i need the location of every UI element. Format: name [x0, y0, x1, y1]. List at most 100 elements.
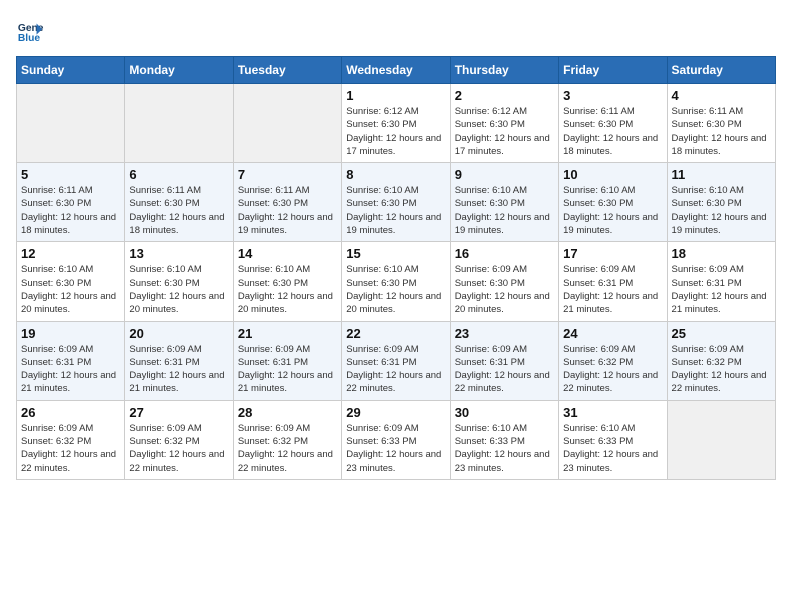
- calendar-week-row: 19Sunrise: 6:09 AM Sunset: 6:31 PM Dayli…: [17, 321, 776, 400]
- day-number: 6: [129, 167, 228, 182]
- calendar-cell: 6 Sunrise: 6:11 AM Sunset: 6:30 PM Daylig…: [125, 163, 233, 242]
- day-info: Sunrise: 6:10 AM Sunset: 6:30 PM Dayligh…: [455, 184, 554, 237]
- calendar-cell: 13 Sunrise: 6:10 AM Sunset: 6:30 PM Dayli…: [125, 242, 233, 321]
- day-number: 27: [129, 405, 228, 420]
- day-number: 20: [129, 326, 228, 341]
- weekday-header-thursday: Thursday: [450, 57, 558, 84]
- day-number: 18: [672, 246, 771, 261]
- day-number: 4: [672, 88, 771, 103]
- day-number: 11: [672, 167, 771, 182]
- day-info: Sunrise: 6:09 AM Sunset: 6:31 PM Dayligh…: [672, 263, 771, 316]
- day-number: 31: [563, 405, 662, 420]
- calendar-cell: 29Sunrise: 6:09 AM Sunset: 6:33 PM Dayli…: [342, 400, 450, 479]
- day-number: 25: [672, 326, 771, 341]
- day-info: Sunrise: 6:10 AM Sunset: 6:30 PM Dayligh…: [346, 184, 445, 237]
- day-number: 5: [21, 167, 120, 182]
- day-number: 9: [455, 167, 554, 182]
- calendar-cell: 18 Sunrise: 6:09 AM Sunset: 6:31 PM Dayli…: [667, 242, 775, 321]
- day-number: 2: [455, 88, 554, 103]
- day-number: 30: [455, 405, 554, 420]
- calendar-table: SundayMondayTuesdayWednesdayThursdayFrid…: [16, 56, 776, 480]
- weekday-header-friday: Friday: [559, 57, 667, 84]
- day-info: Sunrise: 6:09 AM Sunset: 6:31 PM Dayligh…: [21, 343, 120, 396]
- calendar-cell: 19Sunrise: 6:09 AM Sunset: 6:31 PM Dayli…: [17, 321, 125, 400]
- calendar-cell: 16 Sunrise: 6:09 AM Sunset: 6:30 PM Dayli…: [450, 242, 558, 321]
- day-number: 14: [238, 246, 337, 261]
- day-info: Sunrise: 6:09 AM Sunset: 6:31 PM Dayligh…: [129, 343, 228, 396]
- calendar-week-row: 26 Sunrise: 6:09 AM Sunset: 6:32 PM Dayli…: [17, 400, 776, 479]
- calendar-cell: 23 Sunrise: 6:09 AM Sunset: 6:31 PM Dayli…: [450, 321, 558, 400]
- day-info: Sunrise: 6:09 AM Sunset: 6:31 PM Dayligh…: [563, 263, 662, 316]
- calendar-cell: 15 Sunrise: 6:10 AM Sunset: 6:30 PM Dayli…: [342, 242, 450, 321]
- svg-text:Blue: Blue: [18, 33, 41, 44]
- day-info: Sunrise: 6:09 AM Sunset: 6:30 PM Dayligh…: [455, 263, 554, 316]
- day-number: 26: [21, 405, 120, 420]
- day-info: Sunrise: 6:09 AM Sunset: 6:31 PM Dayligh…: [238, 343, 337, 396]
- calendar-cell: 5 Sunrise: 6:11 AM Sunset: 6:30 PM Daylig…: [17, 163, 125, 242]
- day-number: 23: [455, 326, 554, 341]
- weekday-header-sunday: Sunday: [17, 57, 125, 84]
- calendar-cell: 26 Sunrise: 6:09 AM Sunset: 6:32 PM Dayli…: [17, 400, 125, 479]
- day-number: 10: [563, 167, 662, 182]
- calendar-cell: 10 Sunrise: 6:10 AM Sunset: 6:30 PM Dayli…: [559, 163, 667, 242]
- day-info: Sunrise: 6:10 AM Sunset: 6:30 PM Dayligh…: [21, 263, 120, 316]
- calendar-cell: [667, 400, 775, 479]
- day-info: Sunrise: 6:10 AM Sunset: 6:30 PM Dayligh…: [672, 184, 771, 237]
- day-number: 13: [129, 246, 228, 261]
- day-number: 12: [21, 246, 120, 261]
- calendar-cell: 3 Sunrise: 6:11 AM Sunset: 6:30 PM Daylig…: [559, 84, 667, 163]
- calendar-cell: [125, 84, 233, 163]
- calendar-cell: 11 Sunrise: 6:10 AM Sunset: 6:30 PM Dayli…: [667, 163, 775, 242]
- calendar-header-row: SundayMondayTuesdayWednesdayThursdayFrid…: [17, 57, 776, 84]
- calendar-cell: 9 Sunrise: 6:10 AM Sunset: 6:30 PM Daylig…: [450, 163, 558, 242]
- calendar-week-row: 12 Sunrise: 6:10 AM Sunset: 6:30 PM Dayli…: [17, 242, 776, 321]
- day-info: Sunrise: 6:10 AM Sunset: 6:30 PM Dayligh…: [129, 263, 228, 316]
- day-number: 29: [346, 405, 445, 420]
- logo: General Blue: [16, 16, 48, 44]
- day-number: 8: [346, 167, 445, 182]
- day-info: Sunrise: 6:11 AM Sunset: 6:30 PM Dayligh…: [563, 105, 662, 158]
- day-info: Sunrise: 6:11 AM Sunset: 6:30 PM Dayligh…: [238, 184, 337, 237]
- calendar-cell: 31 Sunrise: 6:10 AM Sunset: 6:33 PM Dayli…: [559, 400, 667, 479]
- day-number: 22: [346, 326, 445, 341]
- day-info: Sunrise: 6:10 AM Sunset: 6:33 PM Dayligh…: [563, 422, 662, 475]
- logo-icon: General Blue: [16, 16, 44, 44]
- calendar-cell: [233, 84, 341, 163]
- day-info: Sunrise: 6:12 AM Sunset: 6:30 PM Dayligh…: [346, 105, 445, 158]
- day-info: Sunrise: 6:09 AM Sunset: 6:32 PM Dayligh…: [21, 422, 120, 475]
- day-info: Sunrise: 6:09 AM Sunset: 6:32 PM Dayligh…: [129, 422, 228, 475]
- calendar-cell: 21 Sunrise: 6:09 AM Sunset: 6:31 PM Dayli…: [233, 321, 341, 400]
- day-number: 1: [346, 88, 445, 103]
- weekday-header-monday: Monday: [125, 57, 233, 84]
- day-number: 28: [238, 405, 337, 420]
- calendar-cell: 22Sunrise: 6:09 AM Sunset: 6:31 PM Dayli…: [342, 321, 450, 400]
- day-number: 16: [455, 246, 554, 261]
- day-number: 15: [346, 246, 445, 261]
- day-info: Sunrise: 6:11 AM Sunset: 6:30 PM Dayligh…: [129, 184, 228, 237]
- calendar-cell: 25 Sunrise: 6:09 AM Sunset: 6:32 PM Dayli…: [667, 321, 775, 400]
- calendar-cell: 4 Sunrise: 6:11 AM Sunset: 6:30 PM Daylig…: [667, 84, 775, 163]
- day-info: Sunrise: 6:11 AM Sunset: 6:30 PM Dayligh…: [21, 184, 120, 237]
- calendar-cell: 30 Sunrise: 6:10 AM Sunset: 6:33 PM Dayli…: [450, 400, 558, 479]
- day-info: Sunrise: 6:09 AM Sunset: 6:32 PM Dayligh…: [563, 343, 662, 396]
- day-number: 24: [563, 326, 662, 341]
- day-info: Sunrise: 6:11 AM Sunset: 6:30 PM Dayligh…: [672, 105, 771, 158]
- calendar-cell: 8 Sunrise: 6:10 AM Sunset: 6:30 PM Daylig…: [342, 163, 450, 242]
- day-info: Sunrise: 6:10 AM Sunset: 6:33 PM Dayligh…: [455, 422, 554, 475]
- day-info: Sunrise: 6:09 AM Sunset: 6:32 PM Dayligh…: [672, 343, 771, 396]
- weekday-header-wednesday: Wednesday: [342, 57, 450, 84]
- calendar-cell: 28Sunrise: 6:09 AM Sunset: 6:32 PM Dayli…: [233, 400, 341, 479]
- day-info: Sunrise: 6:09 AM Sunset: 6:31 PM Dayligh…: [455, 343, 554, 396]
- day-number: 21: [238, 326, 337, 341]
- day-info: Sunrise: 6:10 AM Sunset: 6:30 PM Dayligh…: [563, 184, 662, 237]
- day-number: 17: [563, 246, 662, 261]
- calendar-cell: 17 Sunrise: 6:09 AM Sunset: 6:31 PM Dayli…: [559, 242, 667, 321]
- calendar-cell: 27 Sunrise: 6:09 AM Sunset: 6:32 PM Dayli…: [125, 400, 233, 479]
- calendar-cell: 1 Sunrise: 6:12 AM Sunset: 6:30 PM Daylig…: [342, 84, 450, 163]
- calendar-cell: 20 Sunrise: 6:09 AM Sunset: 6:31 PM Dayli…: [125, 321, 233, 400]
- day-number: 3: [563, 88, 662, 103]
- day-info: Sunrise: 6:10 AM Sunset: 6:30 PM Dayligh…: [346, 263, 445, 316]
- calendar-week-row: 1 Sunrise: 6:12 AM Sunset: 6:30 PM Daylig…: [17, 84, 776, 163]
- weekday-header-tuesday: Tuesday: [233, 57, 341, 84]
- day-info: Sunrise: 6:10 AM Sunset: 6:30 PM Dayligh…: [238, 263, 337, 316]
